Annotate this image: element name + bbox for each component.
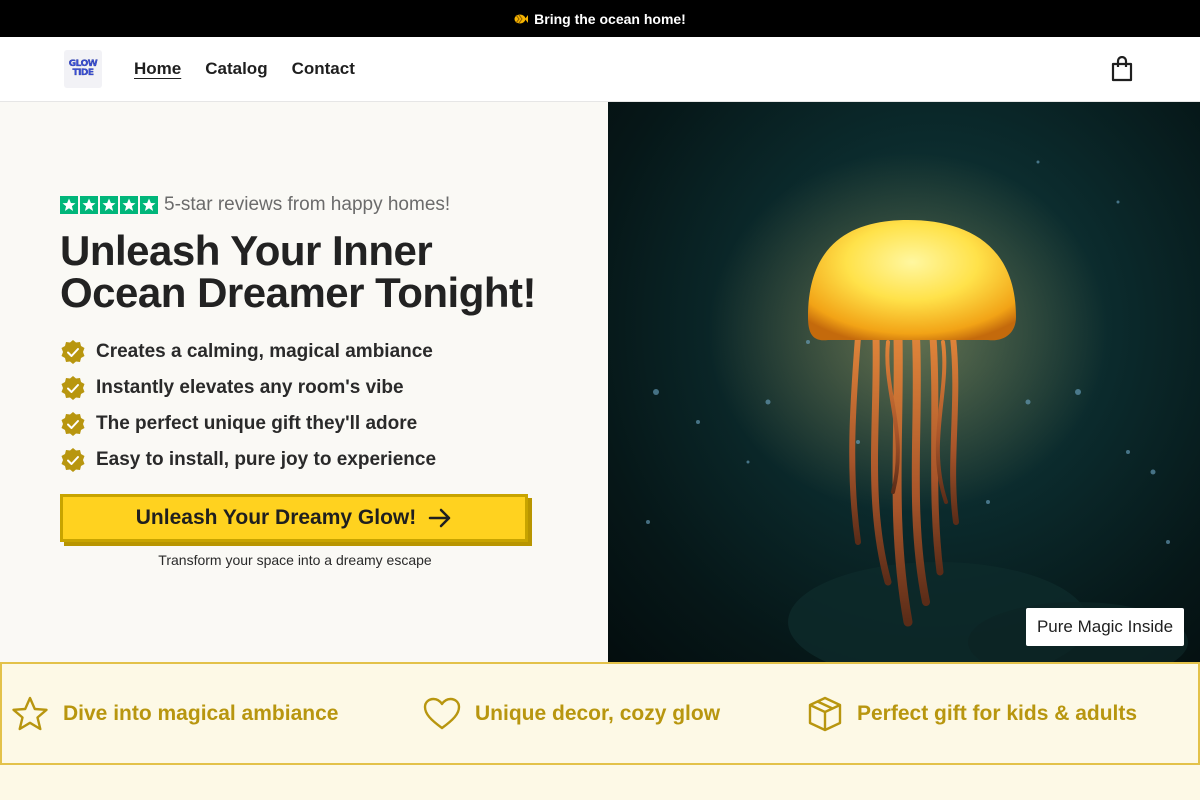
benefit-list: Creates a calming, magical ambiance Inst… xyxy=(60,334,436,478)
reviews-text: 5-star reviews from happy homes! xyxy=(164,194,451,215)
check-badge-icon xyxy=(61,412,85,436)
announcement-text: Bring the ocean home! xyxy=(534,10,686,27)
rating-star-icon xyxy=(120,196,138,214)
list-item: Creates a calming, magical ambiance xyxy=(60,334,436,370)
list-item: Instantly elevates any room's vibe xyxy=(60,370,436,406)
nav-contact[interactable]: Contact xyxy=(292,59,355,79)
feature-text: Dive into magical ambiance xyxy=(63,701,339,725)
cta-button[interactable]: Unleash Your Dreamy Glow! xyxy=(60,494,528,542)
hero-content: 5-star reviews from happy homes! Unleash… xyxy=(0,102,608,662)
nav-home[interactable]: Home xyxy=(134,59,181,79)
nav-catalog[interactable]: Catalog xyxy=(205,59,267,79)
jellyfish-illustration xyxy=(646,152,1188,662)
star-outline-icon xyxy=(12,696,48,730)
image-badge: Pure Magic Inside xyxy=(1026,608,1184,646)
rating-star-icon xyxy=(60,196,78,214)
list-item: Easy to install, pure joy to experience xyxy=(60,442,436,478)
benefit-text: Easy to install, pure joy to experience xyxy=(96,449,437,470)
check-badge-icon xyxy=(61,340,85,364)
hero-image xyxy=(608,102,1200,662)
feature-item: Dive into magical ambiance xyxy=(11,664,338,763)
arrow-right-icon xyxy=(428,508,451,528)
list-item: The perfect unique gift they'll adore xyxy=(60,406,436,442)
check-badge-icon xyxy=(61,376,85,400)
benefit-text: Creates a calming, magical ambiance xyxy=(96,341,433,362)
benefit-text: Instantly elevates any room's vibe xyxy=(96,377,404,398)
rating-star-icon xyxy=(100,196,118,214)
headline-line-1: Unleash Your Inner xyxy=(60,227,433,274)
cta-subtext: Transform your space into a dreamy escap… xyxy=(158,552,432,568)
rating-star-icon xyxy=(140,196,158,214)
feature-item: Perfect gift for kids & adults xyxy=(807,664,1137,763)
hero-headline: Unleash Your Inner Ocean Dreamer Tonight… xyxy=(60,230,580,314)
rating-star-icon xyxy=(80,196,98,214)
check-badge-icon xyxy=(61,448,85,472)
box-icon xyxy=(808,696,842,731)
rating-stars xyxy=(60,196,158,214)
rating-row: 5-star reviews from happy homes! xyxy=(60,194,450,216)
main-nav: Home Catalog Contact xyxy=(134,37,355,101)
brand-logo[interactable]: GLOW TIDE xyxy=(64,50,102,88)
shopping-bag-icon[interactable] xyxy=(1110,56,1134,82)
feature-strip: Dive into magical ambiance Unique decor,… xyxy=(0,662,1200,765)
fish-icon xyxy=(514,14,529,23)
feature-text: Perfect gift for kids & adults xyxy=(857,701,1138,725)
logo-line-2: TIDE xyxy=(72,68,94,78)
announcement-bar: Bring the ocean home! xyxy=(0,0,1200,37)
headline-line-2: Ocean Dreamer Tonight! xyxy=(60,269,536,316)
cta-label: Unleash Your Dreamy Glow! xyxy=(135,506,417,529)
heart-outline-icon xyxy=(423,697,461,729)
site-header: GLOW TIDE Home Catalog Contact xyxy=(0,37,1200,102)
benefit-text: The perfect unique gift they'll adore xyxy=(96,413,418,434)
feature-item: Unique decor, cozy glow xyxy=(423,664,720,763)
feature-text: Unique decor, cozy glow xyxy=(475,701,721,725)
